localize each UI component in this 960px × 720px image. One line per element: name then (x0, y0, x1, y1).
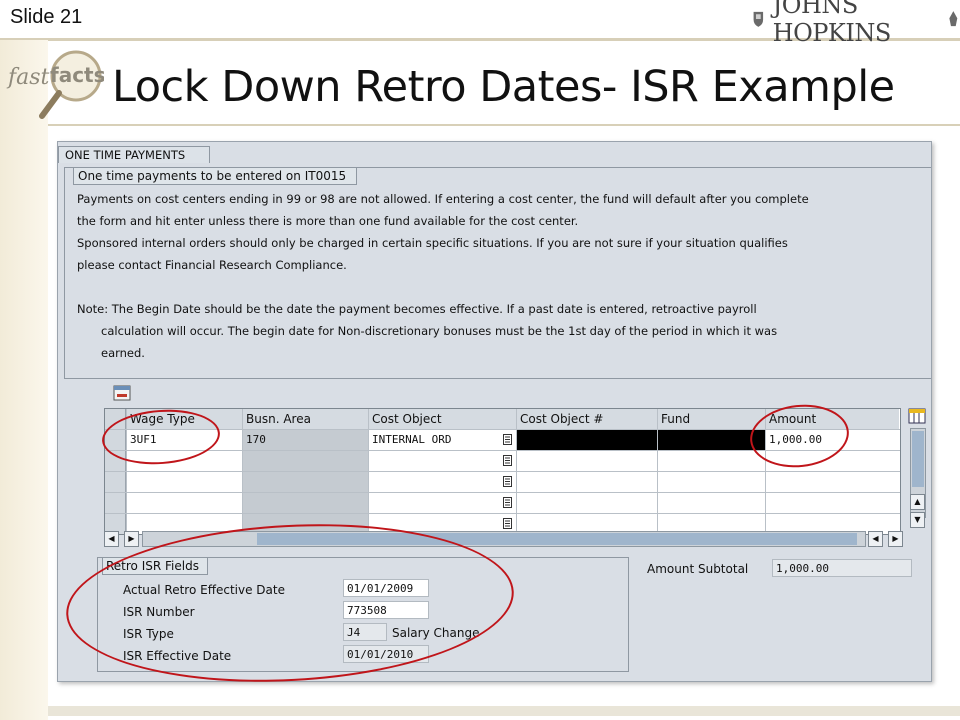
table-config-icon[interactable] (113, 385, 131, 401)
isr-effective-date-label: ISR Effective Date (123, 649, 232, 663)
fast-facts-logo: fast facts (6, 50, 104, 119)
table-row (105, 492, 900, 513)
busn-area-cell (242, 493, 368, 513)
scroll-page-right-button[interactable]: ▶ (888, 531, 903, 547)
dropdown-list-icon[interactable] (503, 497, 512, 508)
message-line: Payments on cost centers ending in 99 or… (77, 192, 809, 206)
row-selector[interactable] (105, 430, 126, 450)
busn-area-cell (242, 472, 368, 492)
fund-cell[interactable] (657, 451, 765, 471)
header-busn-area[interactable]: Busn. Area (242, 409, 368, 429)
column-settings-icon[interactable] (908, 408, 926, 424)
logo-text: JOHNS HOPKINS (772, 0, 892, 47)
table-row: 3UF1 170 INTERNAL ORD 1,000.00 (105, 429, 900, 450)
cost-object-cell[interactable] (368, 493, 516, 513)
svg-text:fast: fast (6, 65, 50, 90)
scroll-page-left-button[interactable]: ◀ (868, 531, 883, 547)
isr-type-label: ISR Type (123, 627, 174, 641)
isr-number-label: ISR Number (123, 605, 195, 619)
select-all-cell[interactable] (105, 409, 126, 429)
scroll-up-button[interactable]: ▲ (910, 494, 925, 510)
retro-effective-date-label: Actual Retro Effective Date (123, 583, 285, 597)
note-line: Note: The Begin Date should be the date … (77, 302, 757, 316)
sap-screenshot: ONE TIME PAYMENTS One time payments to b… (57, 141, 932, 682)
cost-object-number-cell[interactable] (516, 430, 657, 450)
fund-cell[interactable] (657, 493, 765, 513)
isr-type-description: Salary Change (392, 626, 480, 640)
vertical-scroll-thumb[interactable] (912, 431, 924, 487)
horizontal-scroll-thumb[interactable] (257, 533, 857, 545)
fund-cell[interactable] (657, 472, 765, 492)
amount-cell[interactable]: 1,000.00 (765, 430, 899, 450)
group-title: One time payments to be entered on IT001… (73, 167, 358, 185)
left-decorative-band (0, 40, 48, 720)
svg-text:facts: facts (50, 63, 104, 87)
table-row (105, 450, 900, 471)
cost-object-cell[interactable] (368, 451, 516, 471)
amount-cell[interactable] (765, 493, 899, 513)
dropdown-list-icon[interactable] (503, 476, 512, 487)
wage-type-cell[interactable]: 3UF1 (126, 430, 242, 450)
busn-area-cell: 170 (242, 430, 368, 450)
fund-cell[interactable] (657, 430, 765, 450)
header-fund[interactable]: Fund (657, 409, 765, 429)
footer-rule (48, 706, 960, 716)
cost-object-number-cell[interactable] (516, 472, 657, 492)
tab-one-time-payments[interactable]: ONE TIME PAYMENTS (58, 146, 211, 163)
johns-hopkins-logo: JOHNS HOPKINS (752, 0, 960, 47)
header-cost-object-number[interactable]: Cost Object # (516, 409, 657, 429)
wage-type-cell[interactable] (126, 451, 242, 471)
amount-cell[interactable] (765, 472, 899, 492)
amount-subtotal-field: 1,000.00 (772, 559, 912, 577)
cost-object-cell[interactable]: INTERNAL ORD (368, 430, 516, 450)
row-selector[interactable] (105, 493, 126, 513)
row-selector[interactable] (105, 472, 126, 492)
scroll-right-button[interactable]: ▶ (124, 531, 139, 547)
cost-object-value: INTERNAL ORD (372, 433, 452, 446)
table-header-row: Wage Type Busn. Area Cost Object Cost Ob… (105, 409, 900, 429)
isr-effective-date-field[interactable]: 01/01/2010 (343, 645, 429, 663)
row-selector[interactable] (105, 451, 126, 471)
message-line: please contact Financial Research Compli… (77, 258, 347, 272)
isr-type-field[interactable]: J4 (343, 623, 387, 641)
busn-area-cell (242, 451, 368, 471)
amount-cell[interactable] (765, 451, 899, 471)
dropdown-list-icon[interactable] (503, 434, 512, 445)
wage-type-table: Wage Type Busn. Area Cost Object Cost Ob… (104, 408, 901, 535)
header-cost-object[interactable]: Cost Object (368, 409, 516, 429)
dropdown-list-icon[interactable] (503, 518, 512, 529)
wage-type-cell[interactable] (126, 493, 242, 513)
amount-subtotal-label: Amount Subtotal (647, 562, 749, 576)
note-line: earned. (101, 346, 145, 360)
note-line: calculation will occur. The begin date f… (101, 324, 778, 338)
hopkins-crest-icon (949, 11, 958, 27)
isr-number-field[interactable]: 773508 (343, 601, 429, 619)
cost-object-number-cell[interactable] (516, 493, 657, 513)
table-row (105, 471, 900, 492)
scroll-down-button[interactable]: ▼ (910, 512, 925, 528)
horizontal-scrollbar[interactable] (142, 531, 866, 547)
cost-object-cell[interactable] (368, 472, 516, 492)
retro-group-title: Retro ISR Fields (102, 557, 208, 575)
retro-effective-date-field[interactable]: 01/01/2009 (343, 579, 429, 597)
slide-title: Lock Down Retro Dates- ISR Example (112, 62, 895, 112)
title-rule (48, 124, 960, 126)
wage-type-cell[interactable] (126, 472, 242, 492)
header-amount[interactable]: Amount (765, 409, 899, 429)
message-line: Sponsored internal orders should only be… (77, 236, 788, 250)
instructions-group: One time payments to be entered on IT001… (64, 167, 931, 379)
scroll-left-button[interactable]: ◀ (104, 531, 119, 547)
cost-object-number-cell[interactable] (516, 451, 657, 471)
message-line: the form and hit enter unless there is m… (77, 214, 579, 228)
header-wage-type[interactable]: Wage Type (126, 409, 242, 429)
dropdown-list-icon[interactable] (503, 455, 512, 466)
hopkins-seal-icon (753, 11, 764, 27)
slide-number: Slide 21 (10, 6, 83, 28)
